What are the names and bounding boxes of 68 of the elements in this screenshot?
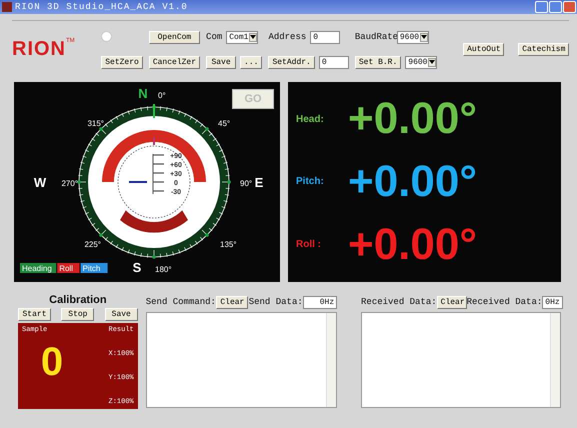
calibration-button[interactable]: Save <box>104 308 138 321</box>
scrollbar[interactable] <box>326 313 336 407</box>
pitch-indicator-icon <box>129 181 147 183</box>
auto-out-button[interactable]: AutoOut <box>463 43 504 56</box>
pitch-scale-drawing <box>152 154 164 194</box>
received-data-label: Received Data: <box>361 297 437 307</box>
set-address-button[interactable]: SetAddr. <box>268 56 315 68</box>
degree-label: 180° <box>155 265 172 274</box>
cancel-zero-button[interactable]: CancelZer <box>148 56 200 68</box>
dropdown-arrow-icon[interactable] <box>249 32 258 42</box>
calibration-button[interactable]: Start <box>18 308 51 321</box>
com-select[interactable]: Com1 <box>226 30 258 44</box>
degree-label: 90° <box>240 179 252 188</box>
save-button[interactable]: Save <box>206 56 236 68</box>
app-icon <box>2 2 12 12</box>
open-com-button[interactable]: OpenCom <box>148 30 200 44</box>
received-data-text-area[interactable] <box>361 312 562 408</box>
set-baud-rate-select[interactable]: 9600 <box>405 56 438 68</box>
send-data-rate-label: Send Data: <box>248 297 303 307</box>
readout-label: Head: <box>296 114 325 125</box>
logo: RION <box>12 38 66 61</box>
sample-count: 0 <box>40 340 64 384</box>
clear-button[interactable]: Clear <box>216 296 248 308</box>
close-button[interactable] <box>563 1 576 13</box>
degree-label: 45° <box>218 119 230 128</box>
maximize-button[interactable] <box>549 1 562 13</box>
window-title: RION 3D Studio_HCA_ACA V1.0 <box>14 2 189 12</box>
catechism-button[interactable]: Catechism <box>518 43 569 56</box>
degree-label: 315° <box>87 119 104 128</box>
calibration-title: Calibration <box>48 294 108 306</box>
direction-label: S <box>132 260 142 275</box>
baud-rate-select[interactable]: 9600 <box>396 30 429 44</box>
direction-label: N <box>138 86 148 101</box>
heading-needle-icon <box>153 104 155 118</box>
direction-label: E <box>254 175 264 190</box>
dropdown-arrow-icon[interactable] <box>420 32 428 42</box>
set-zero-button[interactable]: SetZero <box>101 56 143 68</box>
received-data-rate-label: Received Data: <box>466 297 542 307</box>
set-address-field[interactable]: 0 <box>318 56 349 68</box>
readout-value: +0.00° <box>348 222 477 267</box>
degree-label: 0° <box>158 91 166 100</box>
address-label: Address <box>268 32 306 42</box>
roll-pointer-icon <box>153 137 155 145</box>
clear-button[interactable]: Clear <box>436 296 467 308</box>
set-baud-rate-button[interactable]: Set B.R. <box>354 56 402 68</box>
legend-tag: Roll <box>57 263 80 273</box>
legend-tag: Pitch <box>80 263 108 273</box>
dropdown-arrow-icon[interactable] <box>428 58 436 66</box>
scrollbar[interactable] <box>550 313 560 407</box>
address-field[interactable]: 0 <box>310 30 340 44</box>
received-data-rate-field: 0Hz <box>542 296 563 308</box>
degree-label: 270° <box>61 179 78 188</box>
readout-label: Roll : <box>296 239 322 250</box>
minimize-button[interactable] <box>535 1 548 13</box>
readout-value: +0.00° <box>348 160 477 204</box>
readout-value: +0.00° <box>348 97 477 142</box>
degree-label: 225° <box>84 240 101 249</box>
more-button[interactable]: ... <box>240 56 262 68</box>
calibration-button[interactable]: Stop <box>61 308 94 321</box>
com-label: Com <box>206 32 222 42</box>
direction-label: W <box>34 175 46 190</box>
send-data-text-area[interactable] <box>146 312 338 408</box>
readout-label: Pitch: <box>296 176 325 188</box>
send-data-rate-field: 0Hz <box>303 296 338 308</box>
legend-tag: Heading <box>20 263 56 273</box>
status-indicator-icon <box>101 30 112 42</box>
degree-label: 135° <box>220 240 237 249</box>
send-data-label: Send Command: <box>146 297 216 307</box>
